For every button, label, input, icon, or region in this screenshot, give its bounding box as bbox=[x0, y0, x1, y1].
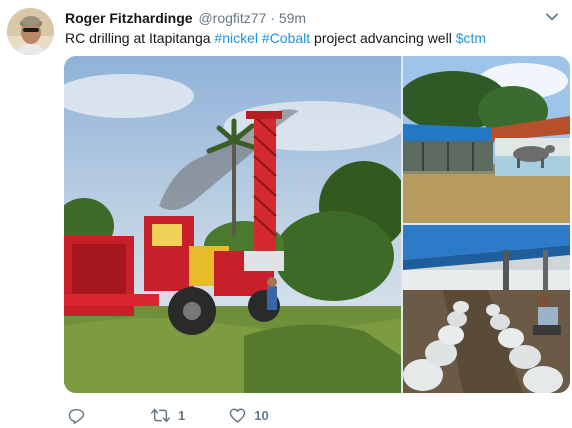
photo-sample-bags[interactable] bbox=[403, 225, 570, 393]
tweet-card[interactable]: Roger Fitzhardinge @rogfitz77 · 59m RC d… bbox=[0, 0, 572, 428]
chevron-down-icon[interactable] bbox=[544, 9, 560, 25]
tweet-text: RC drilling at Itapitanga #nickel #Cobal… bbox=[65, 29, 560, 47]
tweet-text-start: RC drilling at Itapitanga bbox=[65, 30, 215, 46]
like-count: 10 bbox=[254, 407, 269, 423]
cashtag-ctm[interactable]: $ctm bbox=[456, 30, 486, 46]
timestamp[interactable]: 59m bbox=[279, 10, 306, 26]
retweet-button[interactable]: 1 bbox=[151, 405, 185, 425]
photo-camp-shed[interactable] bbox=[403, 56, 570, 223]
tweet-actions: 1 10 bbox=[64, 405, 269, 425]
separator-dot: · bbox=[270, 10, 275, 26]
tweet-header: Roger Fitzhardinge @rogfitz77 · 59m bbox=[65, 9, 562, 27]
tweet-text-middle: project advancing well bbox=[310, 30, 456, 46]
retweet-count: 1 bbox=[178, 407, 186, 423]
like-button[interactable]: 10 bbox=[229, 405, 269, 425]
media-grid bbox=[64, 56, 570, 393]
avatar-photo bbox=[7, 8, 54, 55]
hashtag-cobalt[interactable]: #Cobalt bbox=[262, 30, 310, 46]
hashtag-nickel[interactable]: #nickel bbox=[214, 30, 258, 46]
reply-icon bbox=[68, 408, 85, 424]
display-name[interactable]: Roger Fitzhardinge bbox=[65, 10, 193, 26]
photo-drilling-rig[interactable] bbox=[64, 56, 401, 393]
reply-button[interactable] bbox=[68, 405, 85, 425]
heart-icon bbox=[229, 408, 246, 423]
retweet-icon bbox=[151, 408, 170, 422]
avatar[interactable] bbox=[7, 8, 54, 55]
user-handle[interactable]: @rogfitz77 bbox=[198, 10, 266, 26]
